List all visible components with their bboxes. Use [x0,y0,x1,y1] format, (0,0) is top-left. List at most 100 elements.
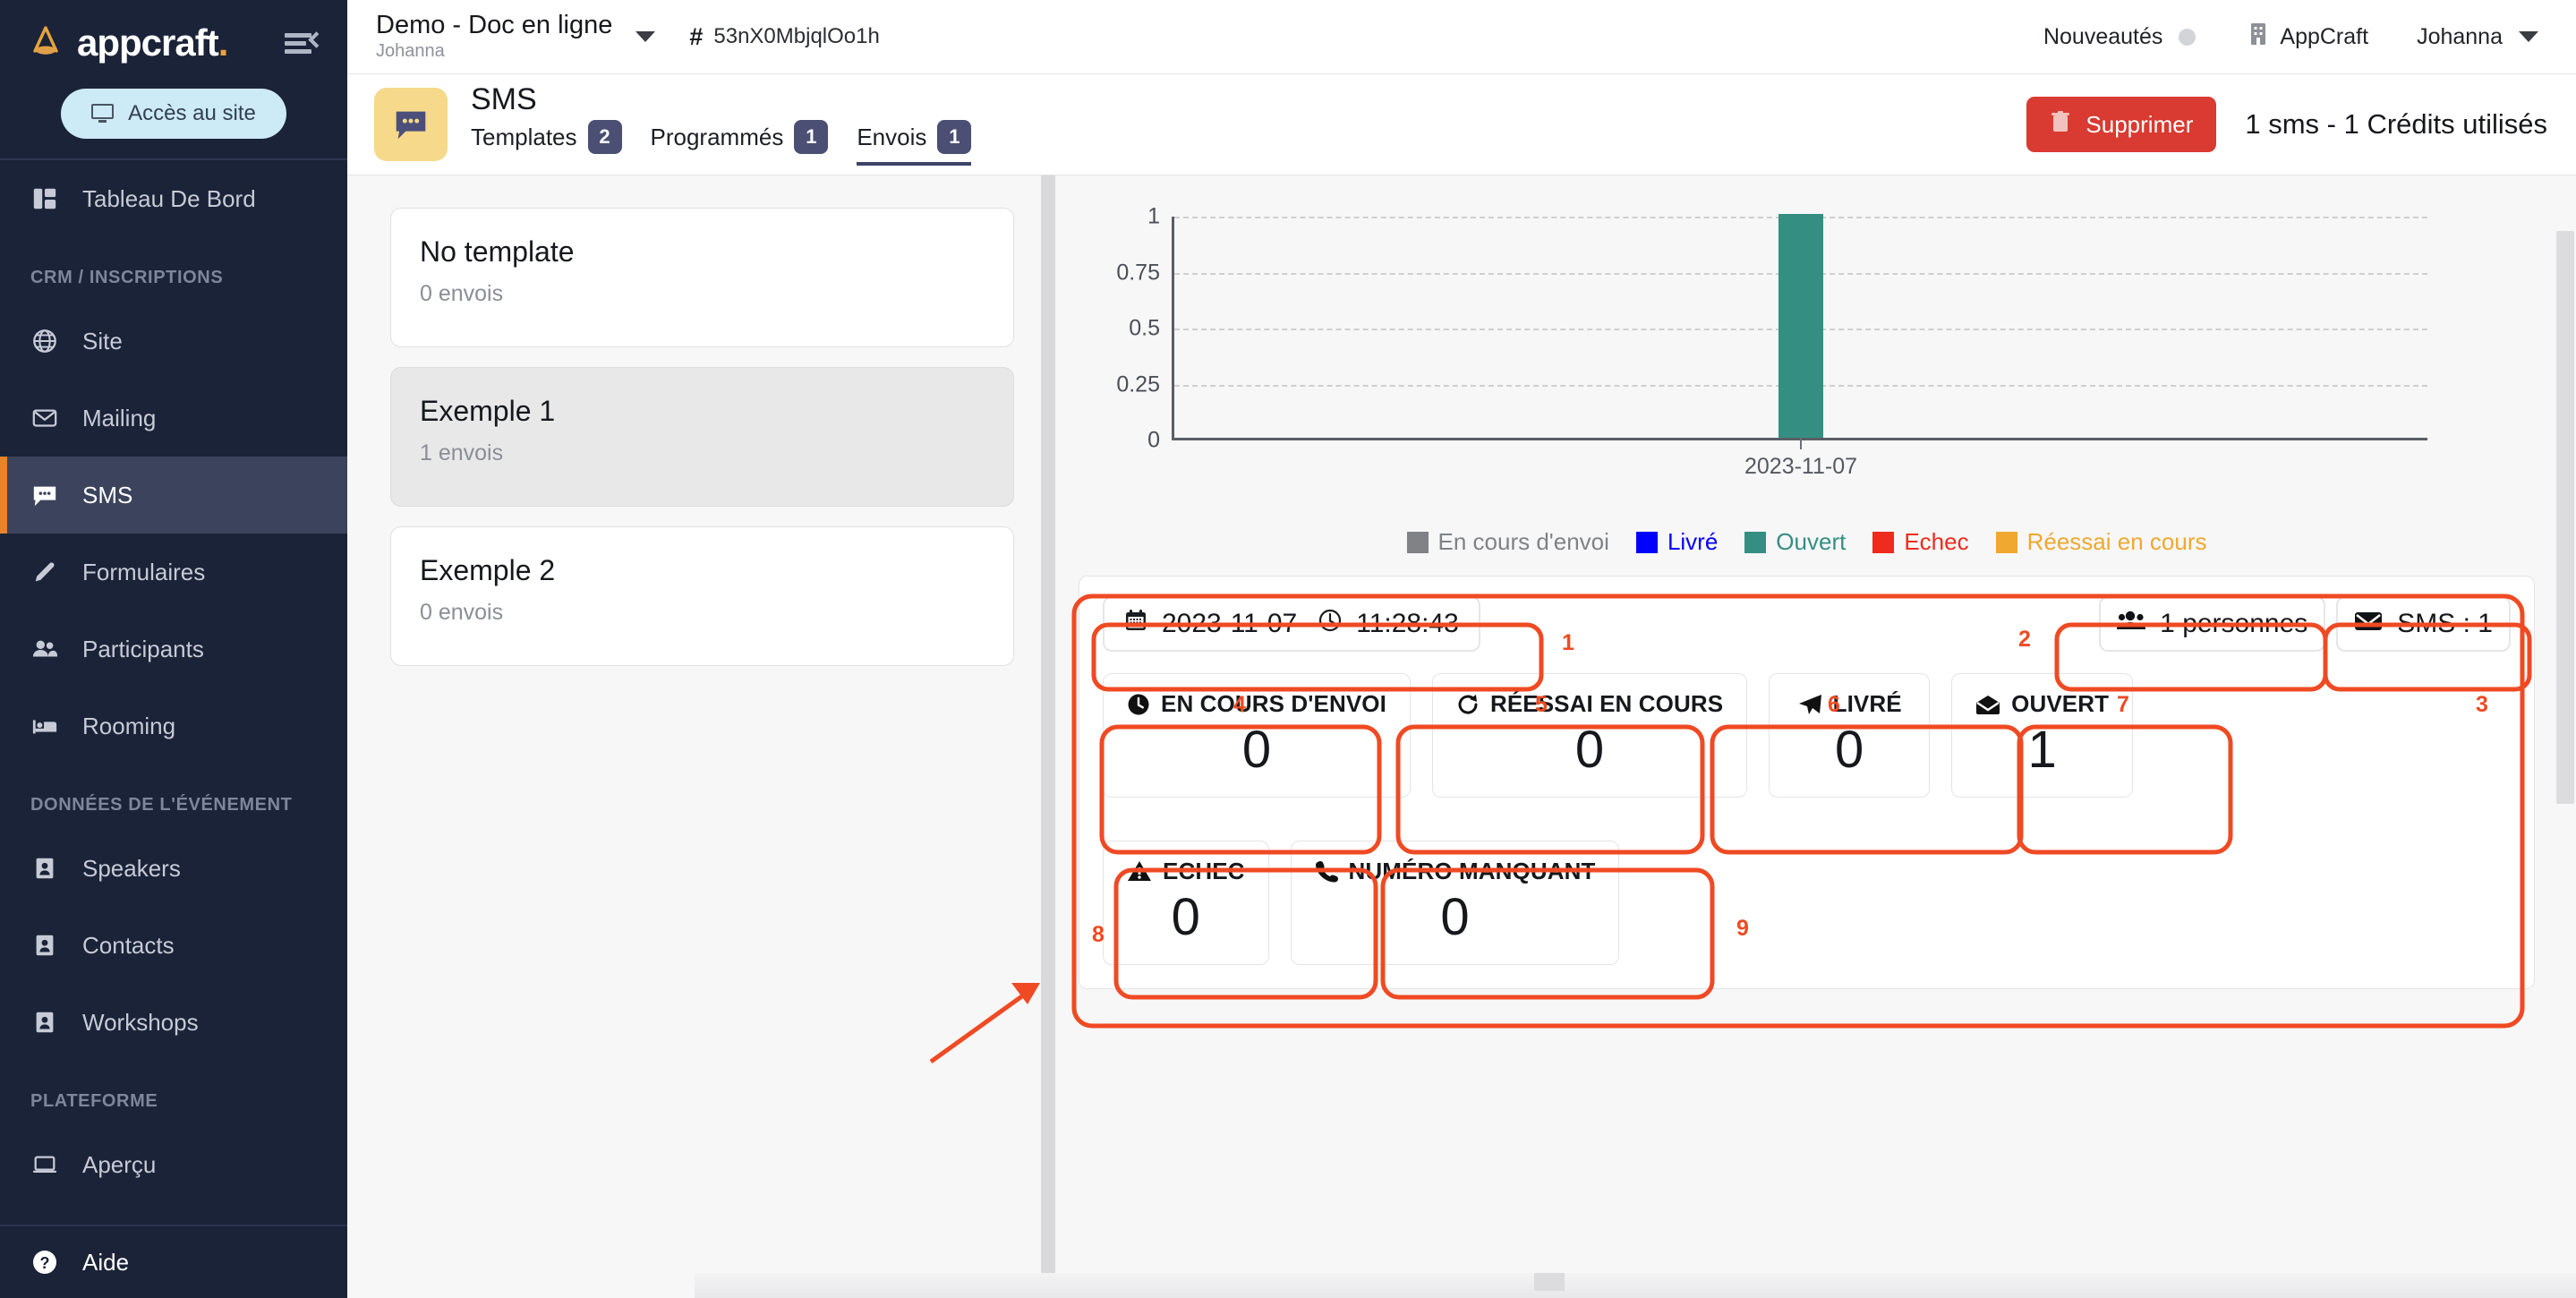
svg-text:?: ? [40,1254,50,1272]
tab-label: Programmés [650,123,784,150]
chart-x-tick-label: 2023-11-07 [1744,454,1858,479]
send-detail-panel-header: 2023-11-07 11:28:43 1 personnes SMS: 1 [1103,596,2511,652]
vertical-scrollbar-thumb[interactable] [2556,231,2574,804]
top-bar: Demo - Doc en ligne Johanna # 53nX0Mbjql… [347,0,2576,74]
sidebar-item-contacts[interactable]: Contacts [0,907,347,984]
sidebar-item-label: Tableau De Bord [82,184,256,212]
tab-programmes[interactable]: Programmés 1 [651,120,829,166]
page-tabs: Templates 2 Programmés 1 Envois 1 [471,120,1000,167]
stat-grid: EN COURS D'ENVOI 0 RÉESSAI EN COURS 0 LIVRÉ 0… [1103,673,2511,965]
laptop-icon [30,1150,59,1179]
trash-icon [2050,110,2071,140]
sidebar-item-label: Site [82,327,123,354]
page-title-group: SMS Templates 2 Programmés 1 Envois 1 [471,82,1000,167]
clock-icon [1318,609,1342,639]
stat-card-header: RÉESSAI EN COURS [1456,690,1723,718]
news-label: Nouveautés [2043,23,2163,49]
horizontal-scrollbar[interactable] [695,1273,2576,1298]
chart-bar[interactable] [1778,214,1823,438]
app-root: appcraft. Accès au site Tableau De Bord … [0,0,2576,1298]
access-site-button[interactable]: Accès au site [61,89,286,139]
stat-card-header: EN COURS D'ENVOI [1127,690,1386,718]
sidebar-item-tableau-de-bord[interactable]: Tableau De Bord [0,160,347,237]
news-button[interactable]: Nouveautés [2043,24,2196,50]
sidebar-item-label: Rooming [82,712,176,739]
sidebar-item-speakers[interactable]: Speakers [0,830,347,907]
sidebar-item-rooming[interactable]: Rooming [0,687,347,764]
delete-button[interactable]: Supprimer [2026,97,2217,152]
recipients-count: 1 personnes [2160,609,2308,638]
sidebar-item-site[interactable]: Site [0,303,347,380]
chart-legend-item[interactable]: Ouvert [1744,528,1846,556]
legend-swatch-icon [1635,531,1658,553]
top-bar-right: Nouveautés AppCraft Johanna [2043,22,2576,52]
send-date: 2023-11-07 [1162,609,1298,638]
page-header-actions: Supprimer 1 sms - 1 Crédits utilisés [2026,97,2547,152]
send-time: 11:28:43 [1356,609,1459,638]
chart-legend-item[interactable]: Réessai en cours [1995,528,2206,556]
sidebar-item-label: Workshops [82,1008,199,1036]
sidebar-item-label: Formulaires [82,558,206,585]
legend-swatch-icon [1872,531,1895,553]
sidebar-item-apercu[interactable]: Aperçu [0,1126,347,1203]
legend-label: Echec [1904,528,1969,555]
sidebar-item-mailing[interactable]: Mailing [0,380,347,457]
project-code[interactable]: # 53nX0MbjqlOo1h [689,23,880,51]
dashboard-icon [30,184,59,213]
stat-card: OUVERT 1 [1951,673,2134,798]
legend-label: En cours d'envoi [1437,528,1609,555]
template-card-exemple-2[interactable]: Exemple 2 0 envois [390,526,1014,666]
stat-card-value: 0 [1440,887,1470,946]
template-card-exemple-1[interactable]: Exemple 1 1 envois [390,367,1014,507]
panel-divider[interactable] [1041,175,1055,1298]
tab-templates[interactable]: Templates 2 [471,120,622,166]
sidebar-item-workshops[interactable]: Workshops [0,984,347,1061]
chart-plot-area: 1 0.75 0.5 0.25 0 2023-11-07 [1116,204,2427,479]
legend-swatch-icon [1995,531,2017,553]
help-icon: ? [30,1248,59,1277]
sidebar-item-sms[interactable]: SMS [0,457,347,534]
chart-y-tick-label: 1 [1147,203,1160,229]
send-datetime-pill: 2023-11-07 11:28:43 [1103,596,1480,652]
sidebar-item-formulaires[interactable]: Formulaires [0,534,347,611]
template-name: Exemple 1 [420,395,556,427]
legend-swatch-icon [1406,531,1429,553]
horizontal-scrollbar-thumb[interactable] [1534,1273,1565,1291]
paper-plane-icon [1797,693,1822,716]
template-sends: 1 envois [420,440,504,465]
templates-list: No template 0 envois Exemple 1 1 envois … [347,175,1041,1298]
credits-used: 1 sms - 1 Crédits utilisés [2245,108,2547,140]
sidebar-item-participants[interactable]: Participants [0,611,347,687]
project-selector[interactable]: Demo - Doc en ligne Johanna [347,12,656,61]
chart-y-tick-label: 0.5 [1129,315,1160,341]
chart-legend-item[interactable]: Echec [1872,528,1969,556]
phone-icon [1315,859,1338,883]
contact-card-icon [30,931,59,960]
sidebar-section-platform: PLATEFORME [30,1091,158,1111]
chart-legend-item[interactable]: Livré [1635,528,1718,556]
sidebar-item-label: Contacts [82,931,175,959]
envelope-icon [30,404,59,432]
organization-selector[interactable]: AppCraft [2249,22,2368,52]
appcraft-logo-icon [27,24,64,62]
clock-icon [1127,693,1150,716]
user-menu[interactable]: Johanna [2417,24,2538,50]
sidebar-item-aide[interactable]: ? Aide [0,1225,347,1298]
pencil-icon [30,558,59,586]
chart-legend-item[interactable]: En cours d'envoi [1406,528,1609,556]
chart-x-tick [1800,438,1802,449]
page-header: SMS Templates 2 Programmés 1 Envois 1 Su… [347,74,2576,175]
monitor-icon [91,104,115,124]
tab-envois[interactable]: Envois 1 [857,120,972,167]
stat-card: EN COURS D'ENVOI 0 [1103,673,1411,798]
vertical-scrollbar[interactable] [2555,175,2576,1298]
sidebar: appcraft. Accès au site Tableau De Bord … [0,0,347,1298]
sidebar-collapse-icon[interactable] [285,30,325,56]
stat-card: ECHEC 0 [1103,840,1269,965]
bed-icon [30,712,59,740]
sms-status-chart: 1 0.75 0.5 0.25 0 2023-11-07 [1079,192,2535,487]
template-card-no-template[interactable]: No template 0 envois [390,208,1014,347]
hash-icon: # [689,22,704,50]
stat-card-header: OUVERT [1975,690,2109,718]
template-sends: 0 envois [420,600,504,625]
